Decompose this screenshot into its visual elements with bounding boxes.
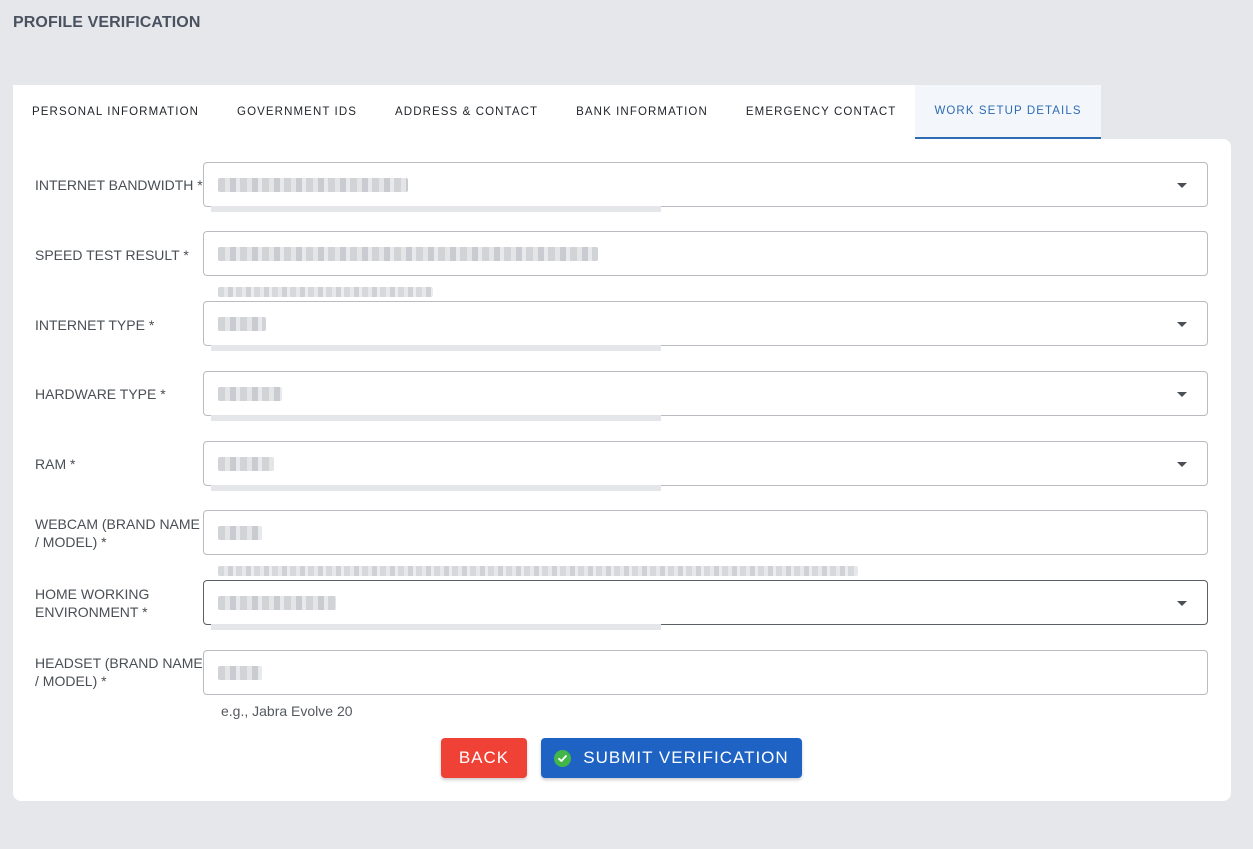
internet-type-select[interactable] <box>203 301 1208 346</box>
chevron-down-icon <box>1177 322 1187 327</box>
blur-overlay <box>211 345 661 351</box>
tab-work-setup-details[interactable]: WORK SETUP DETAILS <box>915 85 1101 139</box>
blur-overlay <box>211 624 661 630</box>
submit-verification-button[interactable]: SUBMIT VERIFICATION <box>541 738 802 778</box>
tab-bar: PERSONAL INFORMATION GOVERNMENT IDS ADDR… <box>13 85 1101 139</box>
tab-emergency-contact[interactable]: EMERGENCY CONTACT <box>727 85 916 139</box>
back-button-label: BACK <box>458 748 510 767</box>
ram-select[interactable] <box>203 441 1208 486</box>
webcam-label: WEBCAM (BRAND NAME / MODEL) * <box>35 516 200 550</box>
home-working-environment-label: HOME WORKING ENVIRONMENT * <box>35 586 150 620</box>
form-actions: BACK SUBMIT VERIFICATION <box>13 738 1231 778</box>
page-title: PROFILE VERIFICATION <box>13 14 201 31</box>
webcam-helper-text <box>218 566 858 576</box>
headset-helper-text: e.g., Jabra Evolve 20 <box>221 703 353 719</box>
chevron-down-icon <box>1177 183 1187 188</box>
internet-bandwidth-select[interactable] <box>203 162 1208 207</box>
ram-value <box>218 457 274 471</box>
work-setup-form: INTERNET BANDWIDTH * SPEED TEST RESULT *… <box>13 139 1231 801</box>
tab-personal-information[interactable]: PERSONAL INFORMATION <box>13 85 218 139</box>
hardware-type-label: HARDWARE TYPE * <box>35 386 166 402</box>
blur-overlay <box>211 206 661 212</box>
blur-overlay <box>211 485 661 491</box>
check-circle-icon <box>554 749 572 767</box>
chevron-down-icon <box>1177 462 1187 467</box>
webcam-value <box>218 526 262 540</box>
chevron-down-icon <box>1177 601 1187 606</box>
home-working-environment-select[interactable] <box>203 580 1208 625</box>
speed-test-result-label: SPEED TEST RESULT * <box>35 247 189 263</box>
speed-test-helper-text <box>218 287 433 297</box>
internet-type-label: INTERNET TYPE * <box>35 317 155 333</box>
internet-bandwidth-label: INTERNET BANDWIDTH * <box>35 177 203 193</box>
headset-input[interactable] <box>203 650 1208 695</box>
home-working-environment-value <box>218 596 336 610</box>
internet-bandwidth-value <box>218 178 408 192</box>
speed-test-result-input[interactable] <box>203 231 1208 276</box>
internet-type-value <box>218 317 266 331</box>
submit-verification-label: SUBMIT VERIFICATION <box>583 748 789 767</box>
back-button[interactable]: BACK <box>441 738 527 778</box>
tab-bank-information[interactable]: BANK INFORMATION <box>557 85 727 139</box>
ram-label: RAM * <box>35 456 76 472</box>
speed-test-result-value <box>218 247 598 261</box>
hardware-type-select[interactable] <box>203 371 1208 416</box>
webcam-input[interactable] <box>203 510 1208 555</box>
headset-label: HEADSET (BRAND NAME / MODEL) * <box>35 655 203 689</box>
headset-value <box>218 666 262 680</box>
hardware-type-value <box>218 387 282 401</box>
chevron-down-icon <box>1177 392 1187 397</box>
blur-overlay <box>211 415 661 421</box>
tab-address-contact[interactable]: ADDRESS & CONTACT <box>376 85 557 139</box>
tab-government-ids[interactable]: GOVERNMENT IDS <box>218 85 376 139</box>
